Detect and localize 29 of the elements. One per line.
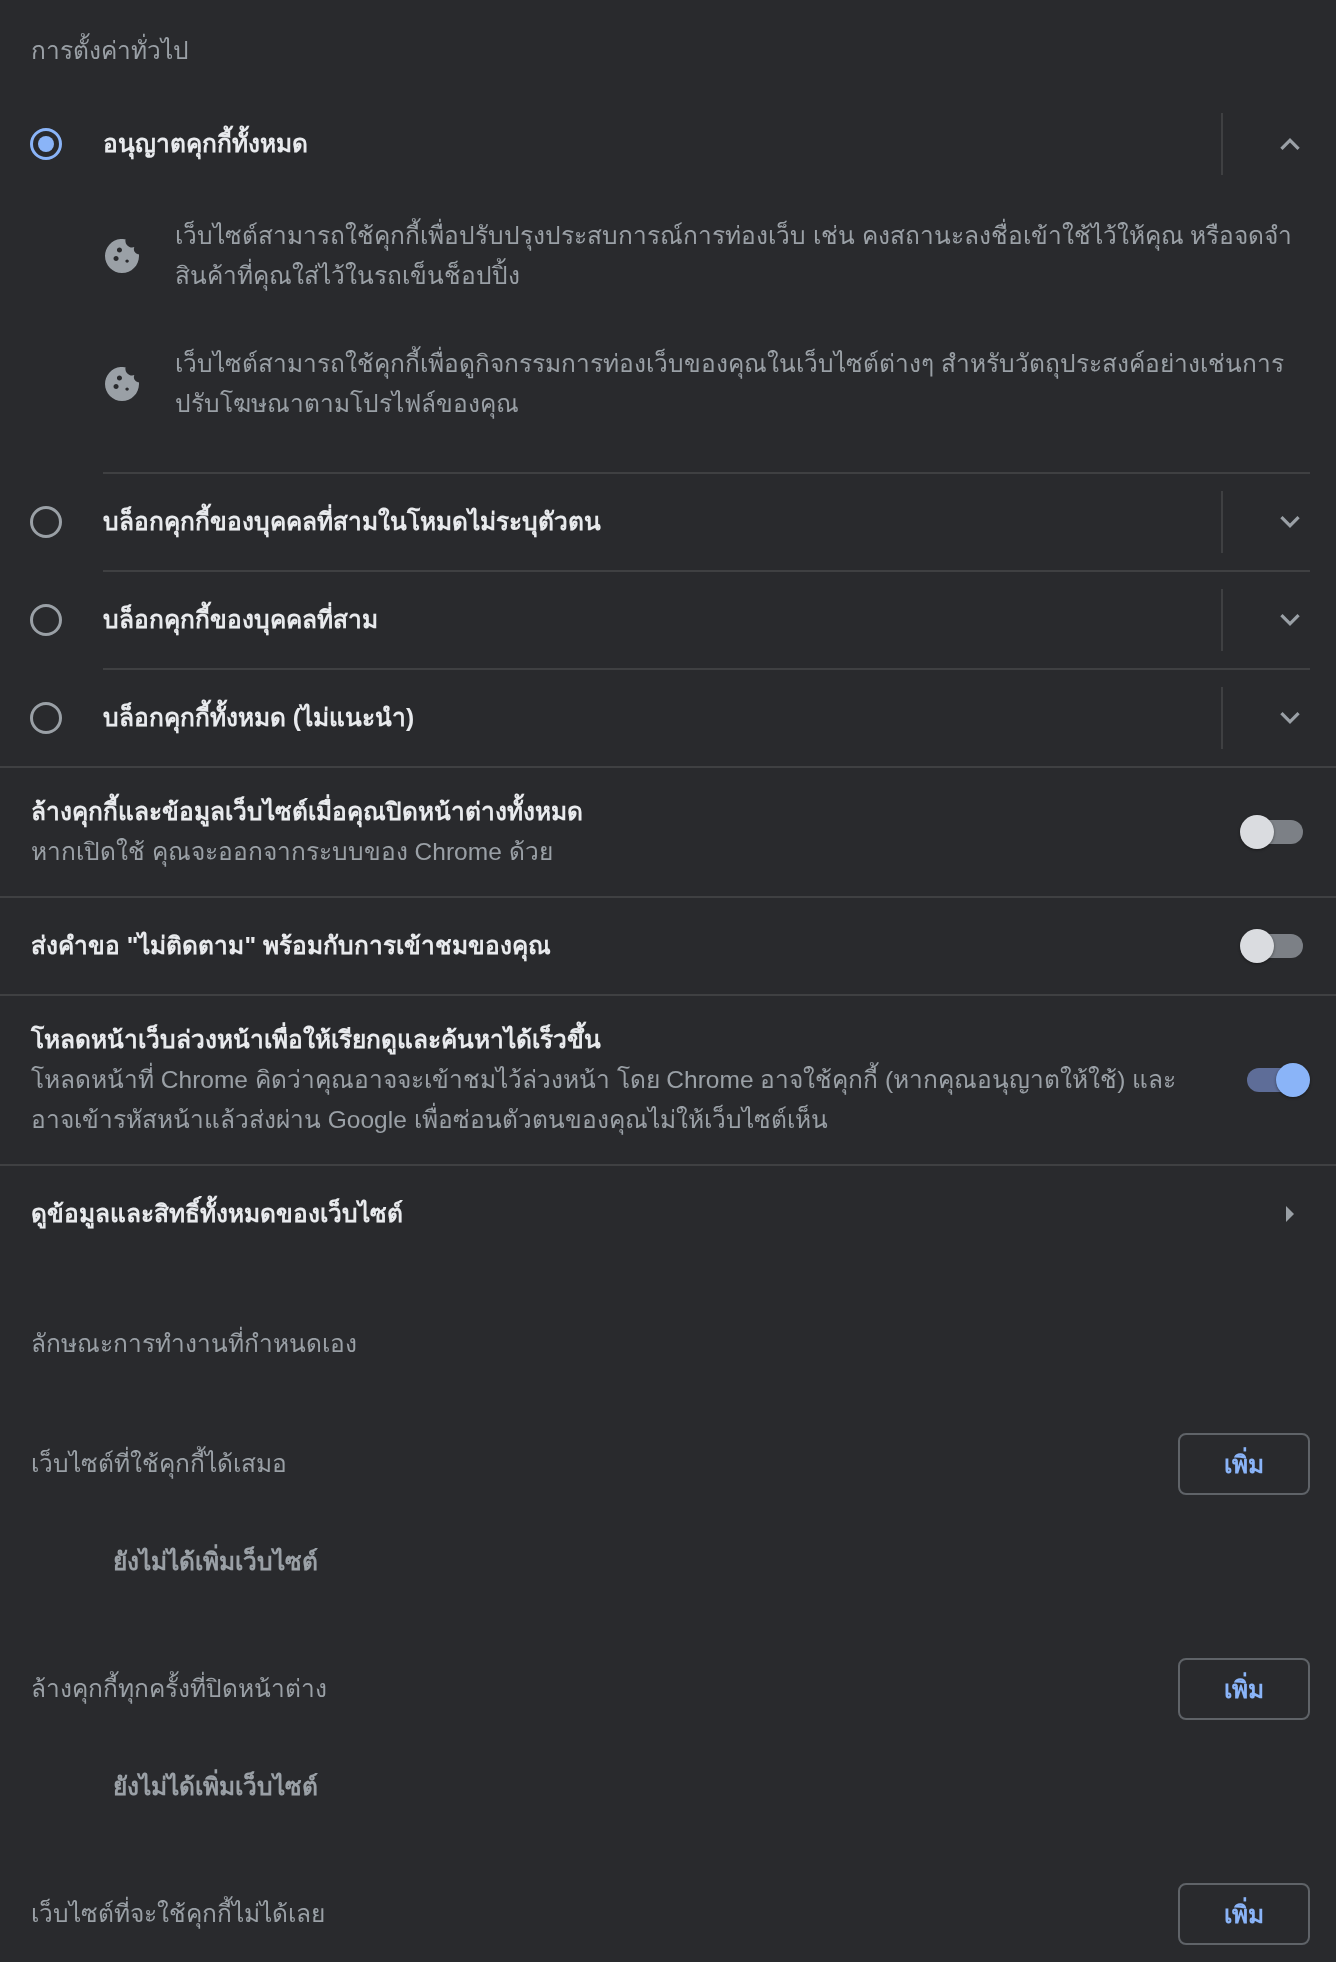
radio-button[interactable] (30, 604, 62, 636)
radio-button[interactable] (30, 128, 62, 160)
setting-description: หากเปิดใช้ คุณจะออกจากระบบของ Chrome ด้วย (31, 837, 553, 869)
option-description: เว็บไซต์สามารถใช้คุกกี้เพื่อปรับปรุงประสบการณ์การท่องเว็บ เช่น คงสถานะลงชื่อเข้าใช้ไว้ให้คุณ หรือจดจำสินค้าที่คุณใส่ไว้ในรถเข็นช็อปปิ้ง (175, 216, 1310, 296)
setting-title: ส่งคำขอ "ไม่ติดตาม" พร้อมกับการเข้าชมของคุณ (31, 926, 551, 966)
add-button[interactable]: เพิ่ม (1178, 1433, 1310, 1495)
option-label[interactable]: บล็อกคุกกี้ทั้งหมด (ไม่แนะนำ) (103, 698, 415, 738)
radio-button[interactable] (30, 702, 62, 734)
option-label[interactable]: บล็อกคุกกี้ของบุคคลที่สามในโหมดไม่ระบุตัวตน (103, 502, 601, 542)
chevron-down-icon[interactable] (1280, 516, 1300, 528)
list-title: เว็บไซต์ที่จะใช้คุกกี้ไม่ได้เลย (31, 1894, 325, 1934)
add-button[interactable]: เพิ่ม (1178, 1883, 1310, 1945)
setting-title: ล้างคุกกี้และข้อมูลเว็บไซต์เมื่อคุณปิดหน้าต่างทั้งหมด (31, 792, 583, 832)
radio-button[interactable] (30, 506, 62, 538)
cookie-icon (105, 367, 139, 401)
setting-title: โหลดหน้าเว็บล่วงหน้าเพื่อให้เรียกดูและค้นหาได้เร็วขึ้น (31, 1020, 601, 1060)
site-data-link[interactable]: ดูข้อมูลและสิทธิ์ทั้งหมดของเว็บไซต์ (31, 1194, 403, 1234)
chevron-down-icon[interactable] (1280, 614, 1300, 626)
option-label[interactable]: บล็อกคุกกี้ของบุคคลที่สาม (103, 600, 378, 640)
triangle-right-icon[interactable] (1286, 1206, 1294, 1222)
add-button[interactable]: เพิ่ม (1178, 1658, 1310, 1720)
option-label[interactable]: อนุญาตคุกกี้ทั้งหมด (103, 124, 308, 164)
cookie-icon (105, 239, 139, 273)
chevron-down-icon[interactable] (1280, 712, 1300, 724)
option-description: เว็บไซต์สามารถใช้คุกกี้เพื่อดูกิจกรรมการท่องเว็บของคุณในเว็บไซต์ต่างๆ สำหรับวัตถุประสงค์อย่างเช่นการปรับโฆษณาตามโปรไฟล์ของคุณ (175, 344, 1310, 424)
setting-description: โหลดหน้าที่ Chrome คิดว่าคุณอาจจะเข้าชมไว้ล่วงหน้า โดย Chrome อาจใช้คุกกี้ (หากคุณอนุญาตให้ใช้) และอาจเข้ารหัสหน้าแล้วส่งผ่าน Google เพื่อซ่อนตัวตนของคุณไม่ให้เว็บไซต์เห็น (31, 1060, 1190, 1140)
chevron-up-icon[interactable] (1280, 138, 1300, 150)
list-title: เว็บไซต์ที่ใช้คุกกี้ได้เสมอ (31, 1444, 287, 1484)
list-title: ล้างคุกกี้ทุกครั้งที่ปิดหน้าต่าง (31, 1669, 327, 1709)
